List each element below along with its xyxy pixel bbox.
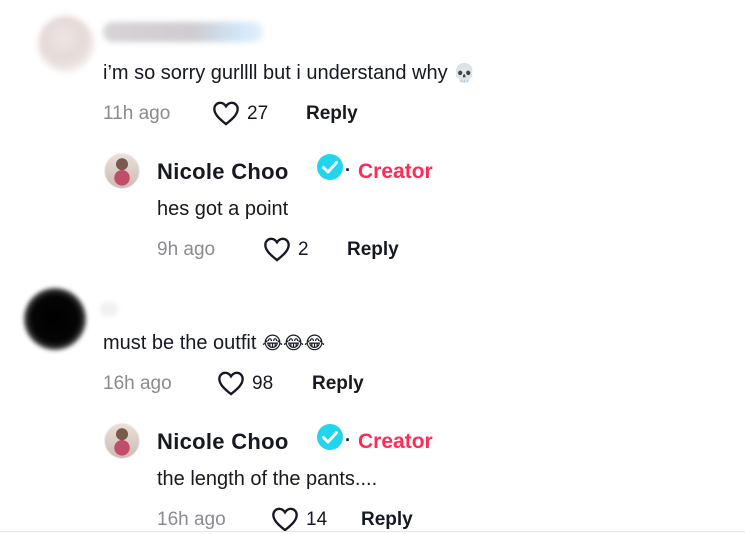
separator-dot: · <box>345 430 351 450</box>
commenter-username-blurred[interactable] <box>100 302 118 316</box>
reply-timestamp: 9h ago <box>157 239 216 260</box>
comment-text: i’m so sorry gurllll but i understand wh… <box>103 61 476 85</box>
heart-outline-icon[interactable] <box>217 370 245 396</box>
like-count: 14 <box>306 509 328 530</box>
heart-outline-icon[interactable] <box>263 236 291 262</box>
separator-dot: · <box>345 160 351 180</box>
comment-body: i’m so sorry gurllll but i understand wh… <box>103 62 448 84</box>
skull-emoji: 💀 <box>453 63 476 83</box>
commenter-username-blurred[interactable] <box>103 22 263 42</box>
like-count: 98 <box>252 373 274 394</box>
creator-name[interactable]: Nicole Choo <box>157 159 289 185</box>
laughing-emoji: 😂😂😂 <box>261 333 326 353</box>
reply-button[interactable]: Reply <box>361 509 413 531</box>
reply-text: the length of the pants.... <box>157 468 378 490</box>
commenter-avatar[interactable] <box>24 288 86 350</box>
heart-outline-icon[interactable] <box>271 506 299 532</box>
reply-text: hes got a point <box>157 198 289 220</box>
creator-avatar[interactable] <box>104 423 140 459</box>
like-count: 27 <box>247 103 269 124</box>
comment-timestamp: 16h ago <box>103 373 172 394</box>
creator-badge: Creator <box>358 160 433 183</box>
reply-button[interactable]: Reply <box>312 373 364 395</box>
reply-button[interactable]: Reply <box>306 103 358 125</box>
reply-button[interactable]: Reply <box>347 239 399 261</box>
comment-timestamp: 11h ago <box>103 103 171 124</box>
commenter-avatar[interactable] <box>38 16 94 72</box>
verified-check-icon <box>317 154 343 180</box>
creator-name[interactable]: Nicole Choo <box>157 429 289 455</box>
bottom-divider <box>0 531 745 532</box>
like-count: 2 <box>298 239 309 260</box>
heart-outline-icon[interactable] <box>212 100 240 126</box>
comment-body: must be the outfit <box>103 332 257 354</box>
reply-timestamp: 16h ago <box>157 509 226 530</box>
creator-avatar[interactable] <box>104 153 140 189</box>
creator-badge: Creator <box>358 430 433 453</box>
comment-text: must be the outfit 😂😂😂 <box>103 331 325 355</box>
verified-check-icon <box>317 424 343 450</box>
